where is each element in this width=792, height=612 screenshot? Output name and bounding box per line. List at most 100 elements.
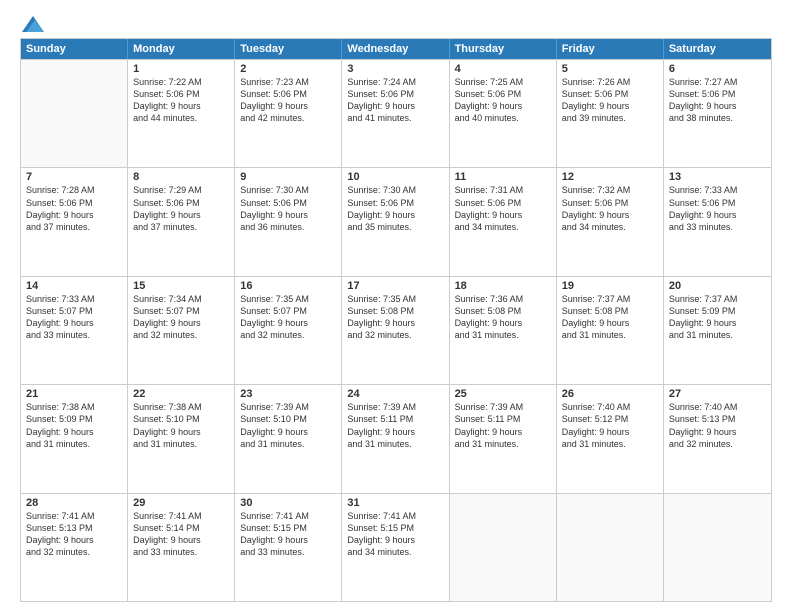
cell-line: Sunrise: 7:41 AM <box>240 510 336 522</box>
cell-line: Sunset: 5:10 PM <box>240 413 336 425</box>
cell-line: Sunrise: 7:39 AM <box>455 401 551 413</box>
cell-line: Sunrise: 7:29 AM <box>133 184 229 196</box>
cell-line: Daylight: 9 hours <box>240 317 336 329</box>
empty-day <box>21 60 128 167</box>
cell-line: and 39 minutes. <box>562 112 658 124</box>
cell-line: Sunset: 5:15 PM <box>240 522 336 534</box>
cell-line: Sunset: 5:06 PM <box>455 197 551 209</box>
cell-line: Sunset: 5:06 PM <box>669 88 766 100</box>
cell-line: Sunrise: 7:35 AM <box>240 293 336 305</box>
cell-line: and 41 minutes. <box>347 112 443 124</box>
cell-line: Sunrise: 7:37 AM <box>562 293 658 305</box>
cell-line: Daylight: 9 hours <box>562 317 658 329</box>
cell-line: and 35 minutes. <box>347 221 443 233</box>
calendar-week-3: 14Sunrise: 7:33 AMSunset: 5:07 PMDayligh… <box>21 276 771 384</box>
cell-line: Daylight: 9 hours <box>669 209 766 221</box>
day-20: 20Sunrise: 7:37 AMSunset: 5:09 PMDayligh… <box>664 277 771 384</box>
calendar-week-5: 28Sunrise: 7:41 AMSunset: 5:13 PMDayligh… <box>21 493 771 601</box>
day-28: 28Sunrise: 7:41 AMSunset: 5:13 PMDayligh… <box>21 494 128 601</box>
cell-line: Daylight: 9 hours <box>240 100 336 112</box>
cell-line: Daylight: 9 hours <box>26 426 122 438</box>
day-number: 28 <box>26 497 122 509</box>
day-number: 16 <box>240 280 336 292</box>
day-number: 14 <box>26 280 122 292</box>
cell-line: Sunset: 5:08 PM <box>455 305 551 317</box>
day-number: 26 <box>562 388 658 400</box>
day-number: 18 <box>455 280 551 292</box>
cell-line: Sunrise: 7:33 AM <box>26 293 122 305</box>
cell-line: Sunrise: 7:38 AM <box>133 401 229 413</box>
day-number: 21 <box>26 388 122 400</box>
day-of-week-header: Friday <box>557 39 664 59</box>
cell-line: Sunrise: 7:36 AM <box>455 293 551 305</box>
day-7: 7Sunrise: 7:28 AMSunset: 5:06 PMDaylight… <box>21 168 128 275</box>
cell-line: and 31 minutes. <box>562 438 658 450</box>
day-5: 5Sunrise: 7:26 AMSunset: 5:06 PMDaylight… <box>557 60 664 167</box>
day-6: 6Sunrise: 7:27 AMSunset: 5:06 PMDaylight… <box>664 60 771 167</box>
empty-day <box>664 494 771 601</box>
cell-line: and 31 minutes. <box>455 438 551 450</box>
cell-line: Daylight: 9 hours <box>133 426 229 438</box>
cell-line: and 32 minutes. <box>347 329 443 341</box>
cell-line: Daylight: 9 hours <box>562 100 658 112</box>
day-number: 31 <box>347 497 443 509</box>
cell-line: Sunrise: 7:30 AM <box>347 184 443 196</box>
day-number: 29 <box>133 497 229 509</box>
day-number: 1 <box>133 63 229 75</box>
cell-line: and 31 minutes. <box>669 329 766 341</box>
page: SundayMondayTuesdayWednesdayThursdayFrid… <box>0 0 792 612</box>
day-16: 16Sunrise: 7:35 AMSunset: 5:07 PMDayligh… <box>235 277 342 384</box>
cell-line: Sunset: 5:06 PM <box>562 88 658 100</box>
cell-line: Daylight: 9 hours <box>133 317 229 329</box>
day-22: 22Sunrise: 7:38 AMSunset: 5:10 PMDayligh… <box>128 385 235 492</box>
day-number: 12 <box>562 171 658 183</box>
day-23: 23Sunrise: 7:39 AMSunset: 5:10 PMDayligh… <box>235 385 342 492</box>
cell-line: Sunrise: 7:22 AM <box>133 76 229 88</box>
cell-line: Sunrise: 7:34 AM <box>133 293 229 305</box>
day-number: 8 <box>133 171 229 183</box>
cell-line: Daylight: 9 hours <box>133 534 229 546</box>
logo-icon <box>22 16 44 32</box>
calendar-body: 1Sunrise: 7:22 AMSunset: 5:06 PMDaylight… <box>21 59 771 601</box>
day-21: 21Sunrise: 7:38 AMSunset: 5:09 PMDayligh… <box>21 385 128 492</box>
day-15: 15Sunrise: 7:34 AMSunset: 5:07 PMDayligh… <box>128 277 235 384</box>
day-26: 26Sunrise: 7:40 AMSunset: 5:12 PMDayligh… <box>557 385 664 492</box>
cell-line: Sunset: 5:13 PM <box>669 413 766 425</box>
day-3: 3Sunrise: 7:24 AMSunset: 5:06 PMDaylight… <box>342 60 449 167</box>
cell-line: and 33 minutes. <box>133 546 229 558</box>
day-of-week-header: Sunday <box>21 39 128 59</box>
cell-line: and 33 minutes. <box>240 546 336 558</box>
cell-line: Daylight: 9 hours <box>669 100 766 112</box>
cell-line: Daylight: 9 hours <box>347 209 443 221</box>
cell-line: Sunrise: 7:37 AM <box>669 293 766 305</box>
cell-line: and 34 minutes. <box>562 221 658 233</box>
day-31: 31Sunrise: 7:41 AMSunset: 5:15 PMDayligh… <box>342 494 449 601</box>
day-24: 24Sunrise: 7:39 AMSunset: 5:11 PMDayligh… <box>342 385 449 492</box>
cell-line: Sunrise: 7:39 AM <box>240 401 336 413</box>
cell-line: and 31 minutes. <box>133 438 229 450</box>
calendar-header: SundayMondayTuesdayWednesdayThursdayFrid… <box>21 39 771 59</box>
cell-line: Sunset: 5:06 PM <box>669 197 766 209</box>
cell-line: Sunset: 5:11 PM <box>347 413 443 425</box>
cell-line: and 44 minutes. <box>133 112 229 124</box>
day-14: 14Sunrise: 7:33 AMSunset: 5:07 PMDayligh… <box>21 277 128 384</box>
cell-line: Sunset: 5:06 PM <box>133 88 229 100</box>
cell-line: Daylight: 9 hours <box>455 100 551 112</box>
cell-line: Sunset: 5:06 PM <box>240 88 336 100</box>
cell-line: and 34 minutes. <box>455 221 551 233</box>
calendar-week-1: 1Sunrise: 7:22 AMSunset: 5:06 PMDaylight… <box>21 59 771 167</box>
cell-line: and 33 minutes. <box>669 221 766 233</box>
cell-line: and 37 minutes. <box>26 221 122 233</box>
day-of-week-header: Monday <box>128 39 235 59</box>
day-10: 10Sunrise: 7:30 AMSunset: 5:06 PMDayligh… <box>342 168 449 275</box>
day-12: 12Sunrise: 7:32 AMSunset: 5:06 PMDayligh… <box>557 168 664 275</box>
cell-line: and 31 minutes. <box>240 438 336 450</box>
cell-line: Sunset: 5:06 PM <box>26 197 122 209</box>
cell-line: Daylight: 9 hours <box>669 317 766 329</box>
day-27: 27Sunrise: 7:40 AMSunset: 5:13 PMDayligh… <box>664 385 771 492</box>
cell-line: and 32 minutes. <box>26 546 122 558</box>
day-25: 25Sunrise: 7:39 AMSunset: 5:11 PMDayligh… <box>450 385 557 492</box>
day-number: 24 <box>347 388 443 400</box>
cell-line: Sunrise: 7:25 AM <box>455 76 551 88</box>
cell-line: Sunrise: 7:31 AM <box>455 184 551 196</box>
